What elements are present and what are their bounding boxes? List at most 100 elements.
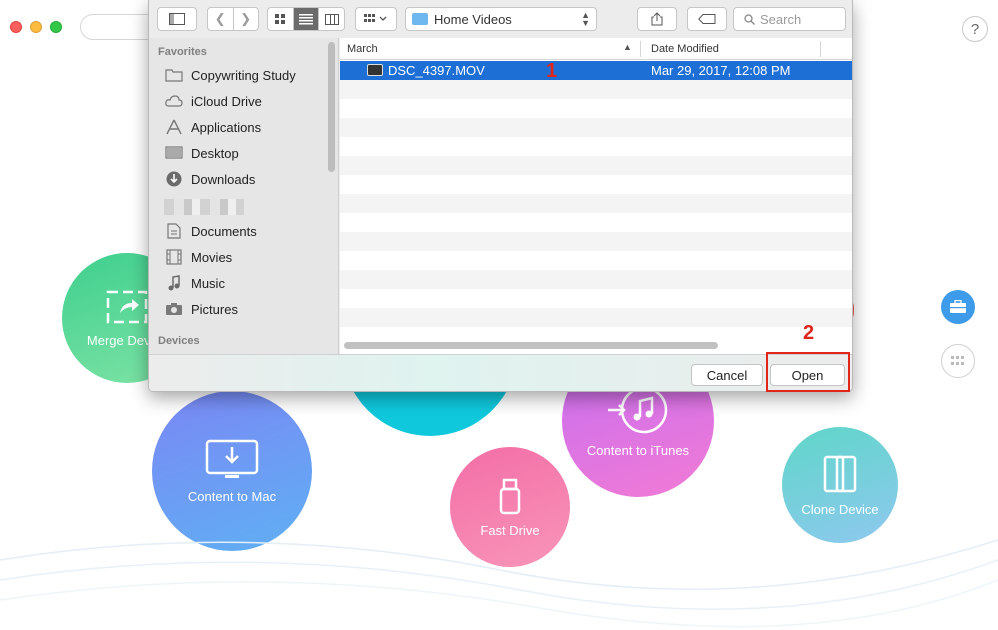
- sidebar-item-label: iCloud Drive: [191, 93, 262, 109]
- music-icon: [164, 275, 184, 291]
- blurred-sidebar-item: [164, 199, 244, 215]
- file-list-header: March ▲ Date Modified: [340, 38, 852, 60]
- dialog-footer: Cancel Open: [149, 354, 852, 391]
- file-name: DSC_4397.MOV: [388, 63, 485, 78]
- file-row-selected[interactable]: DSC_4397.MOV Mar 29, 2017, 12:08 PM: [340, 61, 852, 80]
- sidebar-item-label: Copywriting Study: [191, 67, 296, 83]
- tag-button[interactable]: [687, 7, 727, 31]
- back-button[interactable]: ❮: [208, 8, 233, 30]
- file-date: Mar 29, 2017, 12:08 PM: [651, 63, 791, 78]
- table-row: [340, 118, 852, 137]
- open-file-dialog: ❮ ❯ Home Videos ▲ ▼ Search Favorites Cop…: [148, 0, 853, 392]
- sidebar-item-music[interactable]: Music: [164, 272, 225, 294]
- sidebar-item-label: Downloads: [191, 171, 256, 187]
- table-row: [340, 175, 852, 194]
- share-icon: [651, 12, 663, 26]
- sidebar-item-desktop[interactable]: Desktop: [164, 142, 239, 164]
- step-2-callout: 2: [803, 322, 815, 344]
- sidebar-item-downloads[interactable]: Downloads: [164, 168, 255, 190]
- minimize-window-button[interactable]: [30, 21, 42, 33]
- movies-icon: [164, 249, 184, 265]
- table-row: [340, 270, 852, 289]
- sidebar-item-icloud-drive[interactable]: iCloud Drive: [164, 90, 262, 112]
- sidebar-item-documents[interactable]: Documents: [164, 220, 257, 242]
- downloads-icon: [164, 171, 184, 187]
- more-tools-button[interactable]: [941, 344, 975, 378]
- arrange-icon: [364, 14, 387, 22]
- sidebar-item-label: Desktop: [191, 145, 239, 161]
- step-1-callout: 1: [546, 60, 558, 82]
- open-button-highlight: [766, 352, 850, 392]
- icon-view-button[interactable]: [268, 8, 293, 30]
- table-row: [340, 232, 852, 251]
- search-placeholder: Search: [760, 11, 802, 27]
- desktop-icon: [164, 145, 184, 161]
- sidebar-item-label: Applications: [191, 119, 262, 135]
- sidebar-item-applications[interactable]: Applications: [164, 116, 261, 138]
- zoom-window-button[interactable]: [50, 21, 62, 33]
- file-rows: DSC_4397.MOV Mar 29, 2017, 12:08 PM: [340, 61, 852, 346]
- sidebar-item-label: Movies: [191, 249, 233, 265]
- table-row: [340, 137, 852, 156]
- file-list: March ▲ Date Modified DSC_4397.MOV Mar 2…: [340, 38, 852, 354]
- documents-icon: [164, 223, 184, 239]
- share-button[interactable]: [637, 7, 677, 31]
- toggle-sidebar-button[interactable]: [157, 7, 197, 31]
- close-window-button[interactable]: [10, 21, 22, 33]
- toolbox-button[interactable]: [941, 290, 975, 324]
- view-mode-switcher: [267, 7, 345, 31]
- devices-header: Devices: [158, 335, 200, 347]
- table-row: [340, 213, 852, 232]
- sidebar-item-pictures[interactable]: Pictures: [164, 298, 238, 320]
- sidebar-scrollbar[interactable]: [328, 42, 335, 172]
- updown-chevron-icon: ▲ ▼: [581, 10, 590, 28]
- list-view-button[interactable]: [292, 8, 319, 30]
- table-row: [340, 251, 852, 270]
- location-popup[interactable]: Home Videos ▲ ▼: [405, 7, 597, 31]
- sidebar-icon: [169, 13, 185, 25]
- icon-view-icon: [275, 14, 286, 24]
- sidebar-item-copywriting-study[interactable]: Copywriting Study: [164, 64, 296, 86]
- cloud-icon: [164, 93, 184, 109]
- column-header-name[interactable]: March: [347, 43, 378, 55]
- navigation-buttons: ❮ ❯: [207, 7, 259, 31]
- content-to-itunes-label: Content to iTunes: [586, 442, 690, 458]
- grid-icon: [951, 356, 964, 365]
- table-row: [340, 156, 852, 175]
- sidebar-item-label: Music: [191, 275, 225, 291]
- help-button[interactable]: ?: [962, 16, 988, 42]
- column-divider[interactable]: [640, 41, 641, 57]
- table-row: [340, 289, 852, 308]
- search-icon: [744, 13, 755, 25]
- itunes-icon: [608, 386, 668, 433]
- location-label: Home Videos: [434, 11, 512, 27]
- horizontal-scrollbar[interactable]: [344, 342, 718, 349]
- clone-phones-icon: [823, 455, 857, 492]
- search-field[interactable]: Search: [733, 7, 846, 31]
- toolbox-icon: [950, 300, 966, 313]
- forward-button[interactable]: ❯: [232, 8, 259, 30]
- finder-sidebar: Favorites Copywriting Study iCloud Drive…: [149, 38, 339, 354]
- table-row: [340, 308, 852, 327]
- background-wave: [0, 539, 998, 628]
- favorites-header: Favorites: [158, 46, 207, 58]
- column-divider[interactable]: [820, 41, 821, 57]
- folder-icon: [412, 13, 428, 25]
- column-header-date[interactable]: Date Modified: [651, 43, 719, 55]
- sidebar-item-label: Documents: [191, 223, 257, 239]
- merge-icon: [106, 290, 148, 323]
- arrange-button[interactable]: [355, 7, 397, 31]
- sidebar-item-label: Pictures: [191, 301, 238, 317]
- video-file-icon: [367, 64, 383, 76]
- table-row: [340, 80, 852, 99]
- tag-icon: [698, 14, 716, 24]
- monitor-icon: [205, 439, 259, 478]
- pictures-icon: [164, 301, 184, 317]
- folder-icon: [164, 67, 184, 83]
- sort-ascending-icon: ▲: [623, 42, 632, 52]
- list-view-icon: [299, 13, 313, 24]
- sidebar-item-movies[interactable]: Movies: [164, 246, 232, 268]
- column-view-button[interactable]: [318, 8, 344, 30]
- cancel-button[interactable]: Cancel: [691, 364, 763, 386]
- column-view-icon: [324, 13, 339, 25]
